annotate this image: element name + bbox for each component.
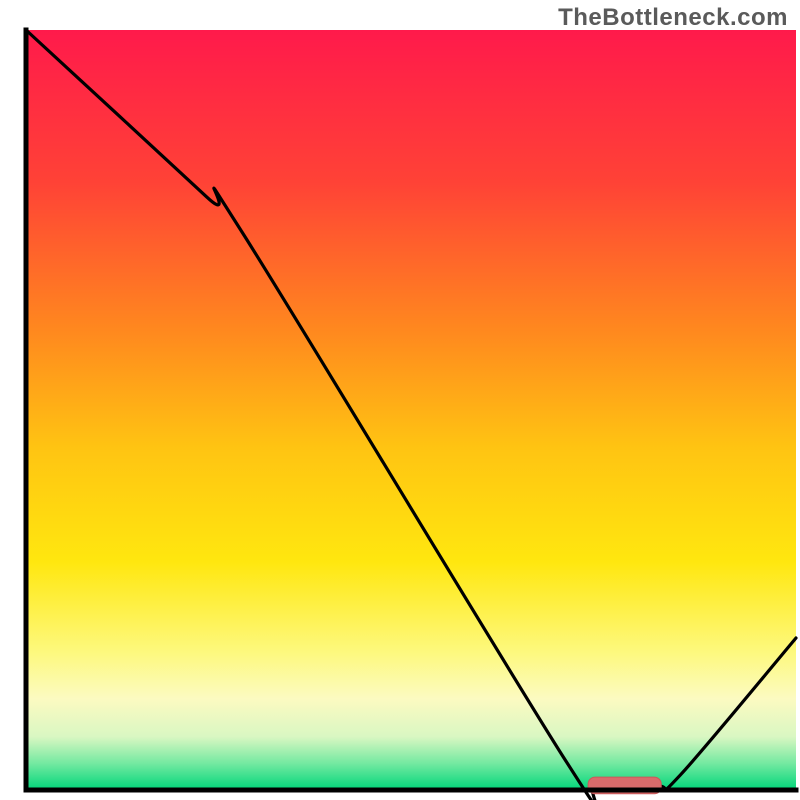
plot-background	[26, 30, 796, 790]
watermark-text: TheBottleneck.com	[558, 4, 788, 32]
bottleneck-chart: TheBottleneck.com	[0, 0, 800, 800]
chart-svg	[0, 0, 800, 800]
